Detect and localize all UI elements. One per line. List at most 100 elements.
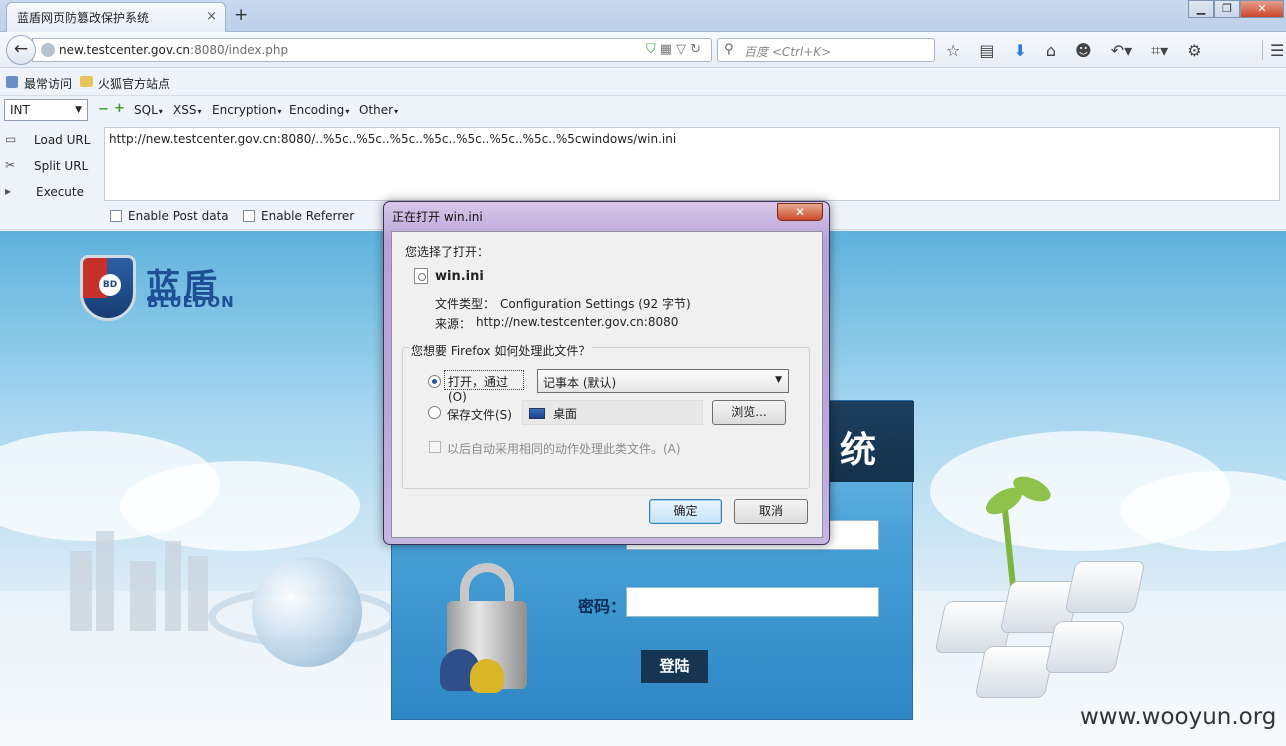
chevron-down-icon: ▼ [775,375,782,385]
menu-icon[interactable]: ☰ [1270,41,1284,60]
other-menu[interactable]: Other [359,103,398,117]
key-shape [1044,621,1126,673]
logo-text-en: BLUEDON [147,293,235,311]
crop-icon[interactable]: ⌗▾ [1151,41,1168,61]
window-controls: ▁ ❐ ✕ [1188,0,1284,20]
most-visited-icon [6,76,18,88]
save-file-radio[interactable] [428,406,441,419]
toolbar-separator [1262,40,1263,60]
chosen-label: 您选择了打开： [405,245,490,259]
int-select[interactable]: INT ▼ [4,99,88,121]
maximize-button[interactable]: ❐ [1214,0,1240,18]
dialog-close-button[interactable]: ✕ [777,203,823,221]
tab-title: 蓝盾网页防篡改保护系统 [17,11,150,25]
open-file-dialog: 正在打开 win.ini ✕ 您选择了打开： win.ini 文件类型： Con… [383,201,830,545]
bluedon-logo-icon: BD [80,255,136,321]
search-icon: ⚲ [724,42,734,57]
login-title: 统 [839,430,876,471]
keyboard-illustration [920,561,1160,711]
load-url-button[interactable]: ▭ Load URL [0,128,100,152]
password-label: 密码： [578,597,627,616]
password-input[interactable] [626,587,879,617]
search-placeholder: 百度 <Ctrl+K> [744,45,832,59]
file-icon [414,268,428,284]
plus-button[interactable]: + [114,101,125,116]
dialog-title: 正在打开 win.ini [392,210,483,224]
globe-icon [41,43,55,57]
tab-close-icon[interactable]: × [206,9,217,24]
hackbar-url-textarea[interactable]: http://new.testcenter.gov.cn:8080/..%5c.… [104,127,1280,201]
key-shape [974,646,1056,698]
search-bar[interactable]: ⚲ 百度 <Ctrl+K> [717,38,935,62]
play-icon: ▸ [5,184,12,198]
open-with-label[interactable]: 打开，通过(O) [444,370,524,404]
gear-icon[interactable]: ⚙ [1187,41,1201,61]
login-button[interactable]: 登陆 [641,650,708,683]
file-name: win.ini [435,269,484,284]
auto-action-label: 以后自动采用相同的动作处理此类文件。(A) [447,442,681,456]
building [165,541,181,631]
building [96,531,114,631]
chevron-down-icon: ▼ [75,105,82,115]
ok-button[interactable]: 确定 [649,499,722,524]
back-button[interactable]: ← [6,35,36,65]
file-type-value: Configuration Settings (92 字节) [500,297,691,311]
bookmark-firefox-sites[interactable]: 火狐官方站点 [98,75,170,92]
bookmark-star-icon[interactable]: ☆ [946,41,960,61]
load-url-icon: ▭ [5,132,17,146]
navigation-bar: new.testcenter.gov.cn:8080/index.php ⛉▦▽… [0,32,1286,68]
user-icon [470,659,504,693]
split-url-button[interactable]: ✂ Split URL [0,154,100,178]
file-type-label: 文件类型： [435,297,496,311]
reload-icon[interactable]: ↻ [690,42,705,57]
source-value: http://new.testcenter.gov.cn:8080 [476,315,679,329]
tab-bar: 蓝盾网页防篡改保护系统 × + ▁ ❐ ✕ [0,0,1286,32]
download-icon[interactable]: ⬇ [1013,41,1026,61]
desktop-icon [529,408,545,419]
enable-post-checkbox[interactable]: Enable Post data [110,209,229,223]
sql-menu[interactable]: SQL [134,103,163,117]
execute-button[interactable]: ▸ Execute [0,180,100,204]
toolbar-icons: ☆ ▤ ⬇ ⌂ ☻ ↶▾ ⌗▾ ⚙ [946,41,1202,61]
cancel-button[interactable]: 取消 [734,499,808,524]
save-file-label[interactable]: 保存文件(S) [447,406,512,423]
window-close-button[interactable]: ✕ [1240,0,1284,18]
new-tab-button[interactable]: + [234,5,248,25]
qr-code-icon[interactable]: ▦ [660,42,676,57]
open-with-radio[interactable] [428,375,441,388]
building [70,551,92,631]
back-arrow-icon: ← [13,39,29,59]
xss-menu[interactable]: XSS [173,103,201,117]
browse-button[interactable]: 浏览... [712,400,786,425]
globe-illustration [252,557,362,667]
chat-icon[interactable]: ☻ [1075,41,1092,61]
home-icon[interactable]: ⌂ [1046,41,1056,61]
key-shape [1064,561,1146,613]
building [130,561,156,631]
auto-action-checkbox[interactable] [429,441,441,453]
dropdown-arrow-icon[interactable]: ▽ [676,42,690,57]
reading-list-icon[interactable]: ▤ [979,41,994,61]
url-text[interactable]: new.testcenter.gov.cn:8080/index.php [59,43,288,57]
action-question: 您想要 Firefox 如何处理此文件？ [409,342,593,359]
folder-icon [80,76,93,87]
encryption-menu[interactable]: Encryption [212,103,281,117]
bookmarks-bar: 最常访问 火狐官方站点 [0,68,1286,96]
url-bar[interactable]: new.testcenter.gov.cn:8080/index.php ⛉▦▽… [32,38,712,62]
minimize-button[interactable]: ▁ [1188,0,1214,18]
scissors-icon: ✂ [5,158,16,172]
undo-icon[interactable]: ↶▾ [1111,41,1132,61]
watermark: www.wooyun.org [1080,704,1277,730]
building [188,556,208,631]
minus-button[interactable]: − [98,102,109,117]
shield-icon: ⛉ [646,42,660,57]
browser-tab[interactable]: 蓝盾网页防篡改保护系统 × [6,2,226,32]
save-location: 桌面 [522,400,703,425]
enable-referrer-checkbox[interactable]: Enable Referrer [243,209,354,223]
cloud-shape [120,461,360,551]
encoding-menu[interactable]: Encoding [289,103,349,117]
hackbar-toolbar: INT ▼ − + SQL XSS Encryption Encoding Ot… [0,96,1286,124]
source-label: 来源： [435,317,472,331]
open-with-select[interactable]: 记事本 (默认) ▼ [537,369,789,393]
bookmark-most-visited[interactable]: 最常访问 [24,75,72,92]
